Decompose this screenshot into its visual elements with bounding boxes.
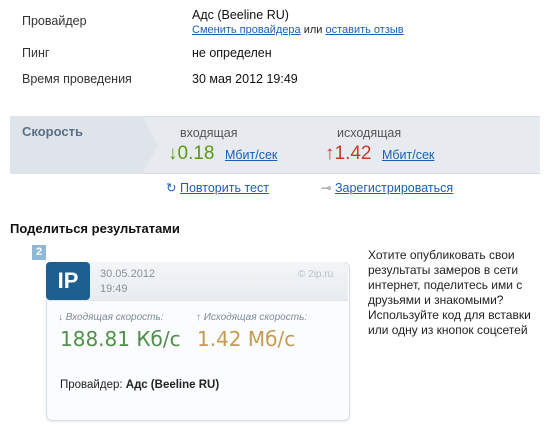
up-arrow-icon: ↑: [325, 143, 335, 164]
provider-label: Провайдер: [22, 14, 87, 28]
incoming-speed: ↓0.18 Мбит/сек: [168, 143, 277, 165]
outgoing-unit-link[interactable]: Мбит/сек: [382, 148, 434, 162]
register-link[interactable]: Зарегистрироваться: [335, 181, 453, 195]
incoming-label: входящая: [180, 126, 238, 140]
speed-title: Скорость: [22, 124, 83, 139]
result-card-header: [46, 262, 348, 301]
card-incoming-label: ↓ Входящая скорость:: [58, 312, 164, 323]
card-outgoing-value: 1.42 Мб/с: [197, 327, 296, 351]
card-date: 30.05.2012: [100, 268, 156, 280]
ping-label: Пинг: [22, 46, 50, 60]
card-time: 19:49: [100, 283, 128, 295]
refresh-icon: ↻: [166, 181, 177, 195]
share-text-line: друзьями и знакомыми?: [368, 293, 504, 307]
card-provider: Провайдер: Адс (Beeline RU): [60, 379, 219, 391]
card-provider-label: Провайдер:: [60, 379, 123, 391]
share-heading: Поделиться результатами: [10, 221, 180, 236]
share-text-line: результаты замеров в сети: [368, 263, 519, 277]
share-text-line: Используйте код для вставки: [368, 308, 531, 322]
incoming-value: 0.18: [177, 143, 215, 164]
retry-test-link[interactable]: Повторить тест: [180, 181, 269, 195]
change-provider-link[interactable]: Сменить провайдера: [192, 24, 301, 36]
down-arrow-icon: ↓: [168, 143, 178, 164]
share-text-line: Хотите опубликовать свои: [368, 248, 515, 262]
register-action[interactable]: ⊸ Зарегистрироваться: [321, 180, 453, 195]
speed-panel-arrow: [142, 116, 158, 174]
plug-icon: ⊸: [321, 181, 332, 195]
provider-links: Сменить провайдера или оставить отзыв: [192, 24, 404, 36]
card-site-copyright: © 2ip.ru: [298, 269, 334, 280]
or-text: или: [303, 24, 323, 36]
outgoing-value: 1.42: [334, 143, 372, 164]
leave-review-link[interactable]: оставить отзыв: [325, 24, 403, 36]
share-text-line: или одну из кнопок соцсетей: [368, 323, 528, 337]
card-provider-value: Адс (Beeline RU): [125, 379, 220, 391]
card-incoming-value: 188.81 Кб/с: [60, 327, 181, 351]
incoming-unit-link[interactable]: Мбит/сек: [225, 148, 277, 162]
card-outgoing-label: ↑ Исходящая скорость:: [196, 312, 308, 323]
ip-logo: IP: [46, 262, 90, 300]
share-text-line: интернет, поделитесь ими с: [368, 278, 523, 292]
outgoing-label: исходящая: [337, 126, 402, 140]
retry-action[interactable]: ↻ Повторить тест: [166, 180, 269, 195]
ping-value: не определен: [192, 46, 272, 60]
outgoing-speed: ↑1.42 Мбит/сек: [325, 143, 434, 165]
share-variant-number: 2: [32, 245, 46, 260]
provider-value: Адс (Beeline RU): [192, 8, 289, 22]
time-label: Время проведения: [22, 72, 132, 86]
time-value: 30 мая 2012 19:49: [192, 72, 298, 86]
share-description: Хотите опубликовать свои результаты заме…: [368, 248, 553, 338]
